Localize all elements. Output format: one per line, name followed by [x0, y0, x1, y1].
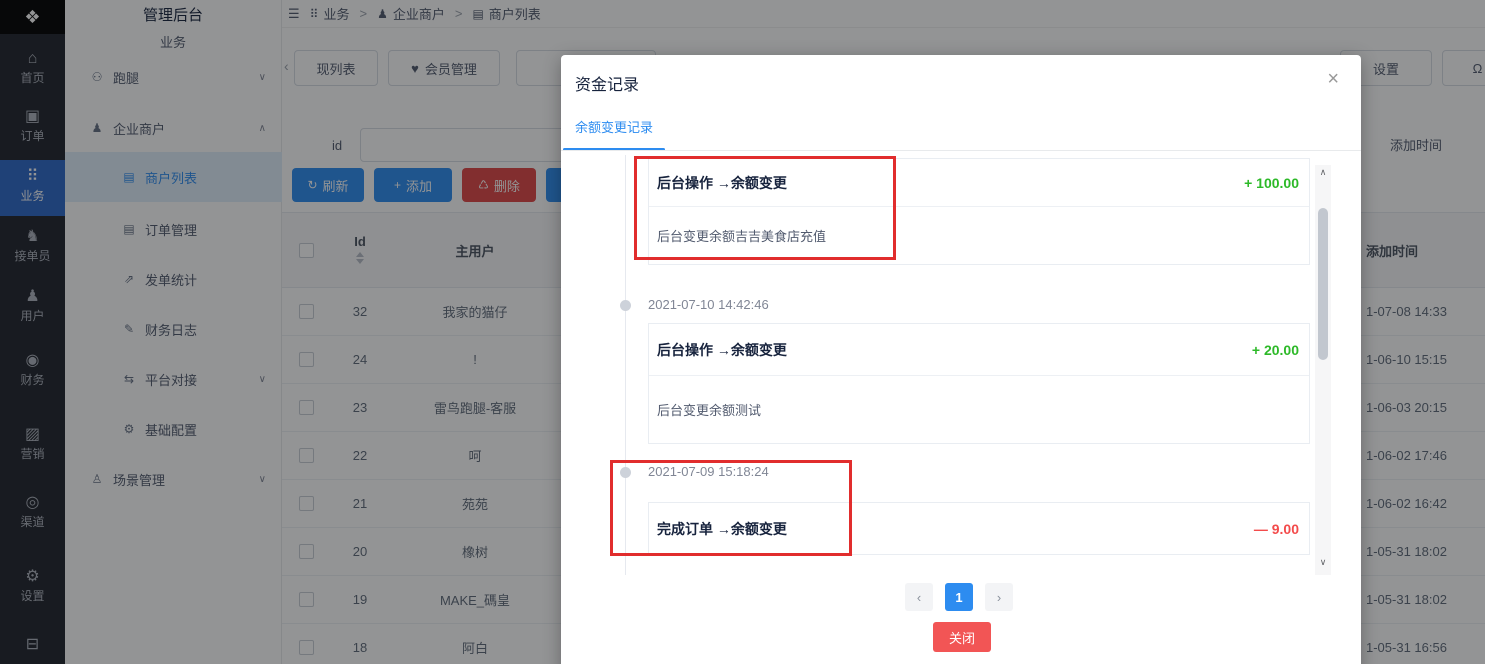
pagination-next[interactable]: ›	[985, 583, 1013, 611]
close-icon[interactable]: ×	[1327, 69, 1339, 89]
admin-screen: ❖ ⌂首页 ▣订单 ⠿业务 ♞接单员 ♟用户 ◉财务 ▨营销 ◎渠道 ⚙设置 ⊟…	[0, 0, 1485, 664]
record-title: 后台操作 →余额变更	[657, 340, 787, 360]
scrollbar-thumb[interactable]	[1318, 208, 1328, 360]
modal-title: 资金记录	[575, 71, 639, 95]
record-amount: — 9.00	[1254, 521, 1299, 537]
pagination-page-1[interactable]: 1	[945, 583, 973, 611]
record-date: 2021-07-10 14:42:46	[648, 297, 769, 312]
record-amount: + 20.00	[1252, 342, 1299, 358]
record-description: 后台变更余额吉吉美食店充值	[649, 207, 1309, 264]
tab-divider	[561, 150, 1361, 151]
record-amount: + 100.00	[1244, 175, 1299, 191]
record-description: 后台变更余额测试	[649, 376, 1309, 443]
record-title: 完成订单 →余额变更	[657, 519, 787, 539]
record-date: 2021-07-09 15:18:24	[648, 464, 769, 479]
timeline-line	[625, 155, 626, 575]
record-title: 后台操作 →余额变更	[657, 173, 787, 193]
record-card: 完成订单 →余额变更 — 9.00	[648, 502, 1310, 555]
fund-records-modal: 资金记录 × 余额变更记录 后台操作 →余额变更 + 100.00 后台变更余额…	[561, 55, 1361, 664]
modal-scrollbar[interactable]: ∧ ∨	[1315, 165, 1331, 575]
timeline-dot	[620, 300, 631, 311]
scroll-up-icon[interactable]: ∧	[1315, 167, 1331, 183]
scroll-down-icon[interactable]: ∨	[1315, 557, 1331, 573]
record-card: 后台操作 →余额变更 + 20.00 后台变更余额测试	[648, 323, 1310, 444]
timeline-dot	[620, 467, 631, 478]
tab-balance-change-records[interactable]: 余额变更记录	[575, 117, 653, 136]
record-card: 后台操作 →余额变更 + 100.00 后台变更余额吉吉美食店充值	[648, 158, 1310, 265]
modal-close-button[interactable]: 关闭	[933, 622, 991, 652]
pagination-prev[interactable]: ‹	[905, 583, 933, 611]
